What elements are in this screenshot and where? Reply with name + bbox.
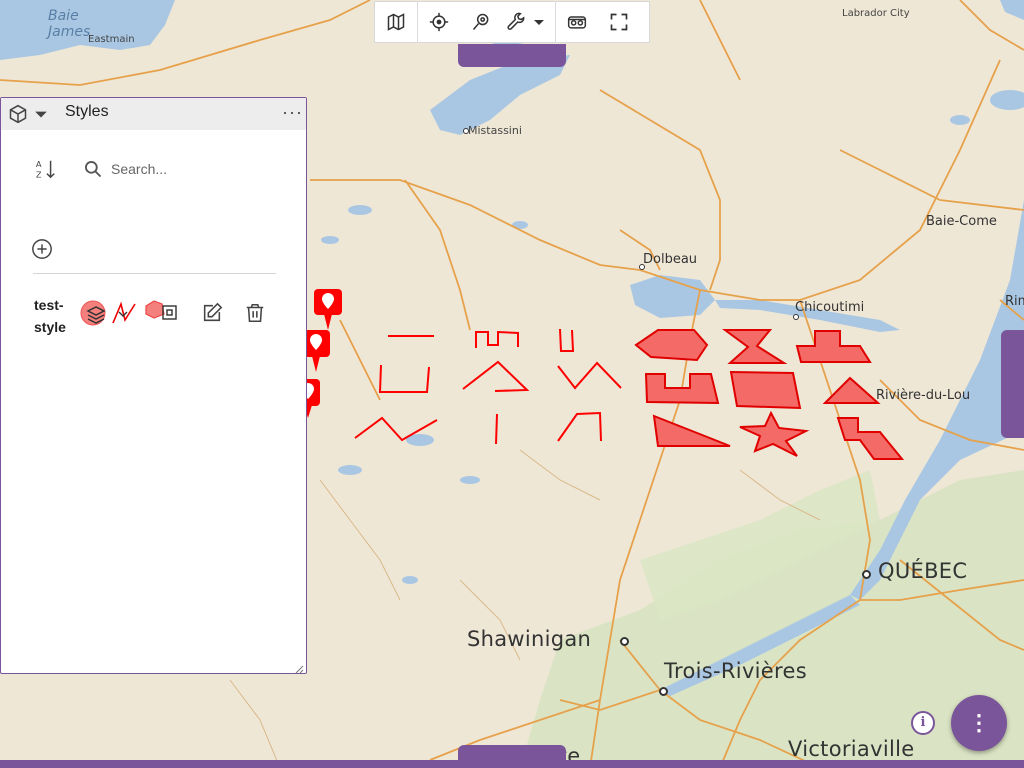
feature-line xyxy=(378,364,430,393)
edit-icon[interactable] xyxy=(201,302,223,329)
style-item-name: test-style xyxy=(34,297,66,335)
search-input[interactable] xyxy=(111,158,261,180)
search-icon xyxy=(83,159,103,184)
map-toolbar xyxy=(374,1,650,43)
divider xyxy=(33,273,276,274)
polygon-style-preview-icon[interactable] xyxy=(144,300,178,333)
svg-text:Z: Z xyxy=(36,169,42,179)
cube-icon[interactable] xyxy=(8,104,28,129)
right-panel-tab[interactable] xyxy=(1001,330,1024,438)
sort-az-icon[interactable]: AZ xyxy=(35,158,57,185)
feature-polygon xyxy=(644,373,720,405)
caret-down-icon[interactable] xyxy=(34,107,48,126)
feature-polygon xyxy=(721,329,788,364)
feature-polygon xyxy=(652,414,731,447)
feature-line xyxy=(475,330,519,348)
feature-line xyxy=(462,360,530,392)
feature-line xyxy=(495,413,498,445)
map-icon[interactable] xyxy=(375,1,417,43)
feature-line xyxy=(559,328,575,352)
info-button[interactable]: i xyxy=(911,711,935,735)
feature-polygon xyxy=(729,370,802,410)
feature-polygon xyxy=(739,410,810,457)
feature-polygon xyxy=(836,417,905,460)
top-panel-tab[interactable] xyxy=(458,44,566,67)
wrench-icon[interactable] xyxy=(502,1,532,43)
caret-down-icon[interactable] xyxy=(532,1,546,43)
line-style-preview-icon[interactable] xyxy=(111,300,139,333)
search-location-icon[interactable] xyxy=(460,1,502,43)
more-options-icon[interactable]: ··· xyxy=(282,102,303,123)
feature-polygon xyxy=(634,329,709,362)
vr-icon[interactable] xyxy=(556,1,598,43)
panel-title: Styles xyxy=(65,103,109,120)
add-style-icon[interactable] xyxy=(31,238,53,265)
feature-line xyxy=(557,361,622,390)
layers-style-preview-icon[interactable] xyxy=(80,300,108,333)
crosshair-icon[interactable] xyxy=(418,1,460,43)
map-pin-icon xyxy=(304,330,330,372)
feature-polygon xyxy=(795,330,872,363)
fullscreen-icon[interactable] xyxy=(598,1,640,43)
map-pin-icon xyxy=(314,289,342,330)
resize-handle-icon[interactable] xyxy=(294,661,304,674)
feature-polygon xyxy=(822,376,881,404)
feature-line xyxy=(557,411,602,442)
trash-icon[interactable] xyxy=(244,302,266,329)
more-actions-button[interactable]: ⋮ xyxy=(951,695,1007,751)
panel-header: Styles ··· xyxy=(1,98,306,130)
svg-text:A: A xyxy=(36,159,42,169)
bottom-panel-tab[interactable] xyxy=(458,745,566,768)
feature-line xyxy=(354,416,438,442)
styles-panel: Styles ··· AZ test-style xyxy=(0,97,307,674)
